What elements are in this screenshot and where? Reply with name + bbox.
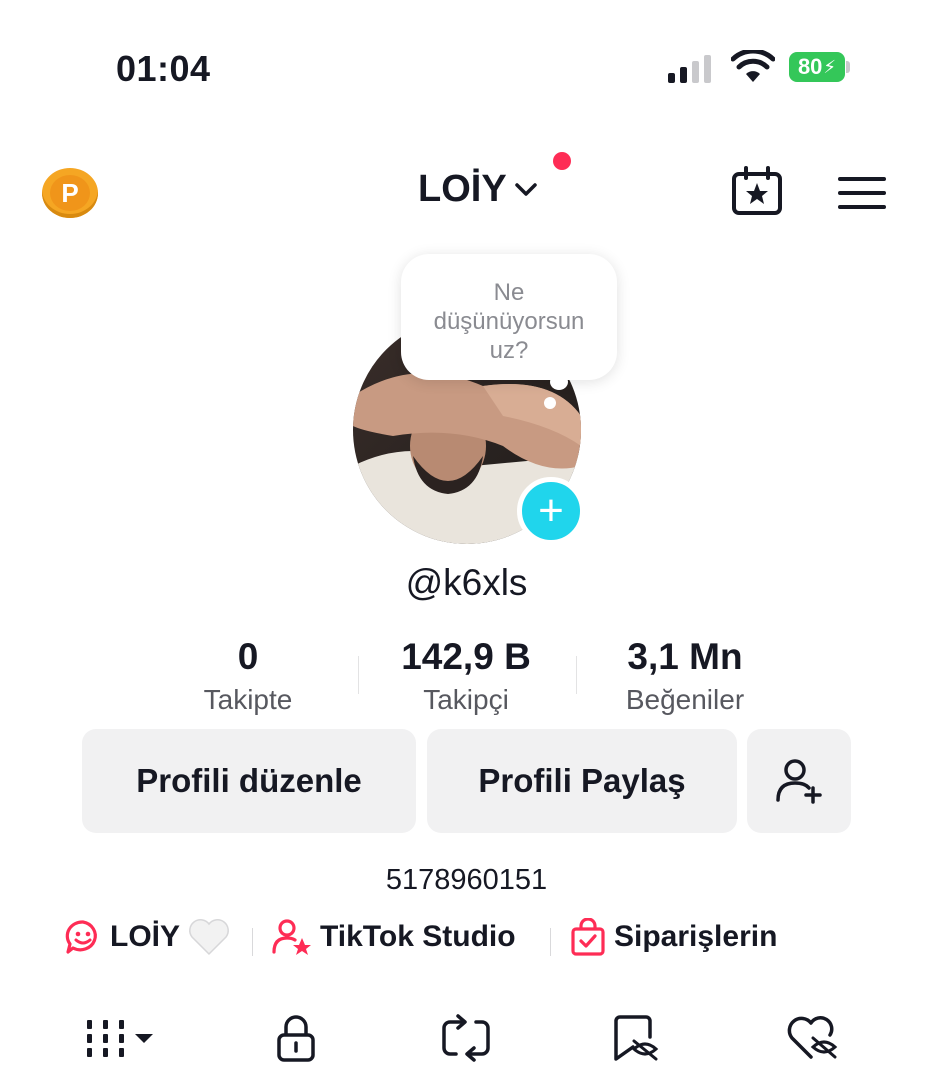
wifi-icon: [731, 50, 775, 82]
bookmark-hidden-icon: [614, 1015, 659, 1061]
add-story-button[interactable]: +: [517, 477, 585, 545]
notification-dot: [553, 152, 571, 170]
link-label: LOİY: [110, 920, 181, 953]
thought-bubble[interactable]: Ne düşünüyorsun uz?: [401, 254, 617, 380]
likes-label[interactable]: Beğeniler: [590, 684, 780, 716]
calendar-star-icon[interactable]: [730, 166, 784, 216]
likes-count[interactable]: 3,1 Mn: [590, 636, 780, 678]
videos-grid-icon: [87, 1020, 153, 1057]
hamburger-menu-icon[interactable]: [838, 175, 886, 211]
tab-videos[interactable]: [76, 1010, 166, 1066]
stat-divider: [358, 656, 359, 694]
bio-text: 5178960151: [385, 864, 548, 896]
add-user-icon: [776, 759, 822, 804]
coin-icon[interactable]: P: [42, 168, 98, 218]
coin-letter: P: [50, 175, 90, 211]
thought-line: Ne: [493, 279, 525, 306]
profile-links: LOİY TikTok Studio Siparişlerin: [0, 918, 933, 966]
user-star-icon: [272, 919, 311, 955]
bubble-tail: [544, 397, 556, 409]
account-switcher[interactable]: LOİY: [418, 168, 537, 211]
edit-profile-button[interactable]: Profili düzenle: [82, 729, 416, 833]
thought-line: düşünüyorsun: [433, 308, 585, 335]
liked-hidden-icon: [787, 1016, 838, 1059]
tab-favorites[interactable]: [598, 1010, 674, 1066]
link-loiy[interactable]: LOİY: [64, 918, 230, 956]
following-count[interactable]: 0: [188, 636, 308, 678]
profile-tab-bar: [0, 1010, 933, 1066]
lock-icon: [277, 1015, 315, 1062]
shopping-bag-icon: [571, 918, 605, 956]
thought-line: uz?: [489, 337, 529, 364]
battery-indicator: 80 ⚡: [789, 52, 845, 82]
tab-private[interactable]: [258, 1010, 334, 1066]
repost-icon: [442, 1014, 490, 1062]
link-divider: [252, 928, 253, 956]
chevron-down-icon: [514, 182, 537, 196]
link-label: Siparişlerin: [614, 920, 778, 953]
cellular-signal-icon: [668, 55, 711, 83]
battery-tip: [846, 61, 850, 73]
smile-chat-icon: [65, 920, 97, 954]
account-name: LOİY: [418, 168, 507, 210]
followers-label[interactable]: Takipçi: [376, 684, 556, 716]
username: @k6xls: [405, 562, 528, 603]
bubble-tail: [550, 374, 568, 390]
share-profile-button[interactable]: Profili Paylaş: [427, 729, 737, 833]
tab-reposts[interactable]: [428, 1010, 504, 1066]
stat-divider: [576, 656, 577, 694]
followers-count[interactable]: 142,9 B: [376, 636, 556, 678]
link-orders[interactable]: Siparişlerin: [570, 918, 777, 956]
link-tiktok-studio[interactable]: TikTok Studio: [272, 918, 516, 956]
link-divider: [550, 928, 551, 956]
status-time: 01:04: [116, 48, 211, 89]
tab-liked[interactable]: [774, 1010, 850, 1066]
add-friend-button[interactable]: [747, 729, 851, 833]
white-heart-icon: [189, 919, 229, 956]
following-label[interactable]: Takipte: [168, 684, 328, 716]
link-label: TikTok Studio: [320, 920, 516, 953]
